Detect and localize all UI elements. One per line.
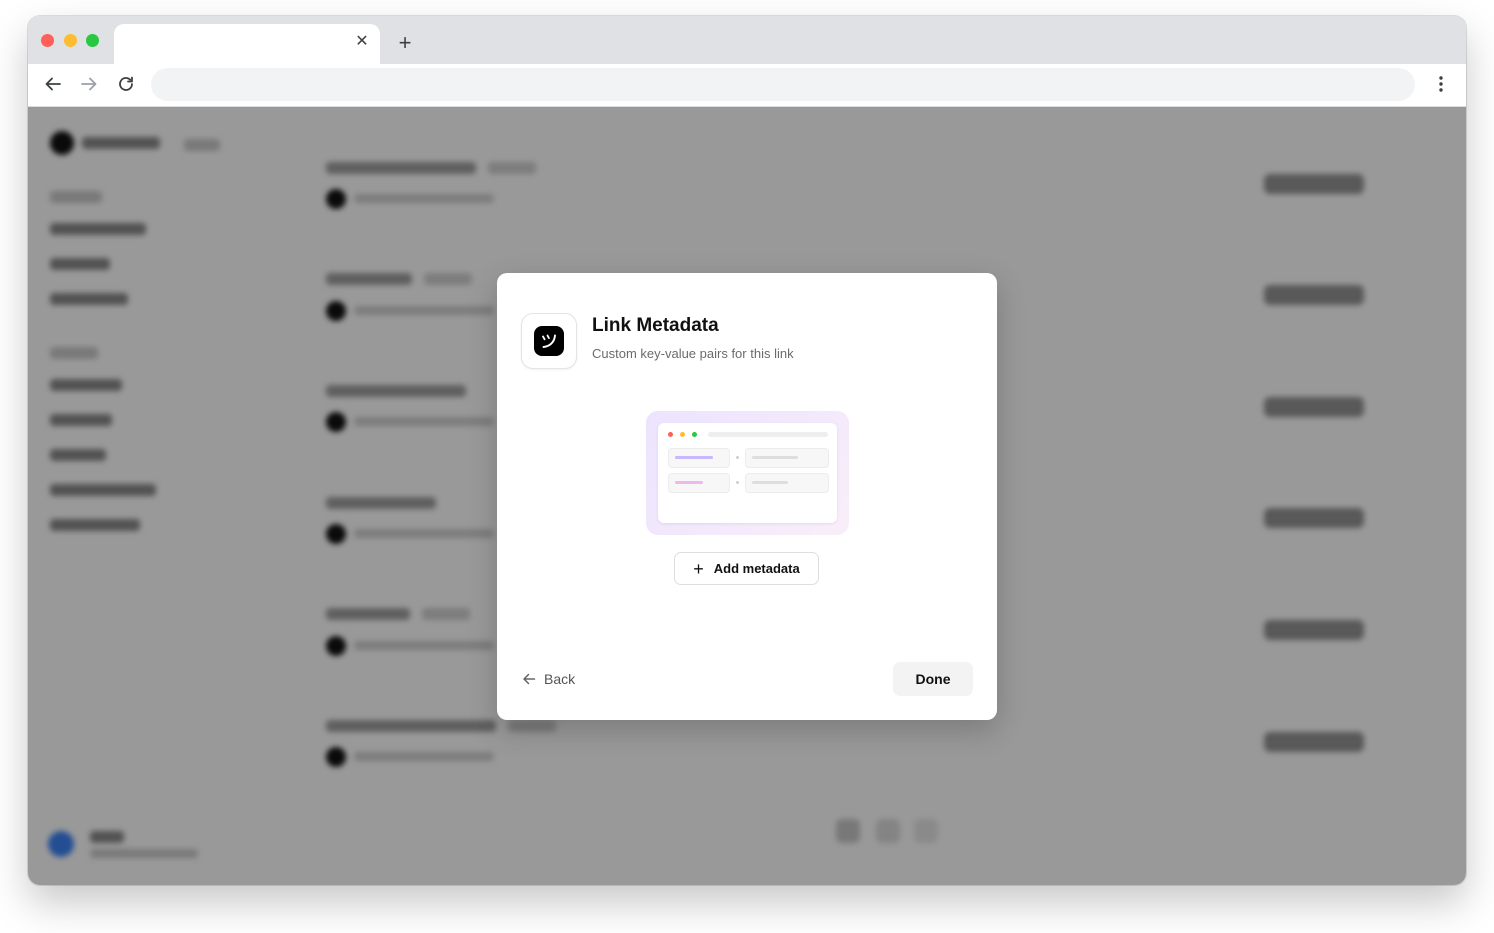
link-metadata-modal: Link Metadata Custom key-value pairs for… (497, 273, 997, 720)
illustration-dot (692, 432, 697, 437)
back-label: Back (544, 671, 576, 687)
reload-icon[interactable] (115, 73, 137, 95)
modal-title: Link Metadata (592, 315, 719, 336)
address-bar[interactable] (151, 68, 1415, 101)
forward-arrow-icon[interactable] (78, 73, 100, 95)
illustration-window (658, 423, 837, 523)
done-label: Done (915, 671, 951, 687)
page-content: Link Metadata Custom key-value pairs for… (28, 107, 1466, 885)
metadata-illustration (646, 411, 849, 535)
close-icon[interactable]: ✕ (354, 34, 370, 50)
minimize-window-button[interactable] (64, 34, 77, 47)
close-window-button[interactable] (41, 34, 54, 47)
illustration-dot (668, 432, 673, 437)
illustration-separator (736, 456, 739, 459)
illustration-url-bar (708, 432, 828, 437)
browser-toolbar (28, 64, 1466, 107)
illustration-separator (736, 481, 739, 484)
new-tab-plus-icon[interactable]: + (394, 32, 416, 54)
browser-window: ✕ + Link Metadata Custom key-value pairs… (28, 16, 1466, 885)
illustration-key-line (675, 456, 713, 459)
add-metadata-button[interactable]: + Add metadata (674, 552, 819, 585)
browser-tab[interactable]: ✕ (114, 24, 380, 64)
illustration-value-line (752, 481, 788, 484)
back-arrow-icon[interactable] (42, 73, 64, 95)
brand-logo-icon (521, 313, 577, 369)
more-vert-icon[interactable] (1432, 73, 1450, 95)
add-metadata-label: Add metadata (713, 561, 800, 576)
modal-subtitle: Custom key-value pairs for this link (592, 346, 794, 361)
tab-strip: ✕ + (28, 16, 1466, 64)
illustration-dot (680, 432, 685, 437)
arrow-left-icon (523, 673, 536, 685)
plus-icon: + (693, 558, 704, 579)
illustration-key-line (675, 481, 703, 484)
back-button[interactable]: Back (522, 670, 575, 688)
illustration-value-line (752, 456, 798, 459)
done-button[interactable]: Done (893, 662, 973, 696)
maximize-window-button[interactable] (86, 34, 99, 47)
